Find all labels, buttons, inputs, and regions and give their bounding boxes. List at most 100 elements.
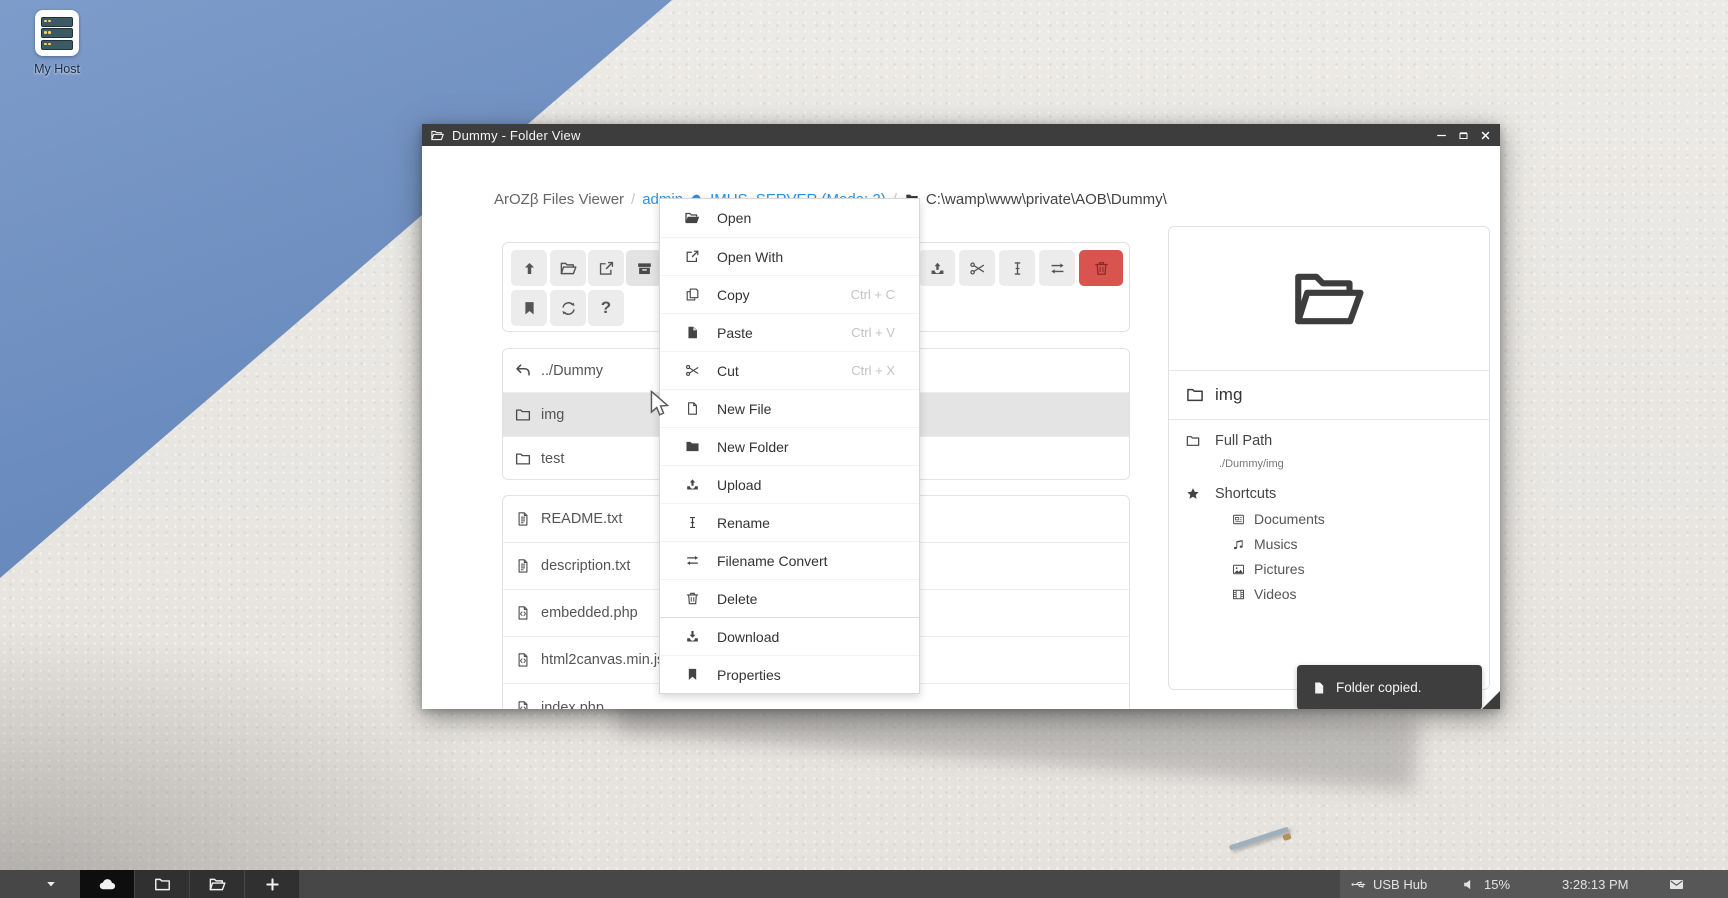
menu-item-delete[interactable]: Delete bbox=[660, 579, 919, 617]
file-code-icon bbox=[514, 651, 532, 669]
menu-item-cut[interactable]: CutCtrl + X bbox=[660, 351, 919, 389]
cloud-icon bbox=[98, 875, 117, 894]
cut-button[interactable] bbox=[959, 250, 995, 286]
desktop: My Host Dummy - Folder View ArOZβ Files … bbox=[0, 0, 1728, 898]
inspector-title-row: img bbox=[1169, 371, 1489, 420]
shortcut-pictures[interactable]: Pictures bbox=[1231, 561, 1473, 577]
window-titlebar[interactable]: Dummy - Folder View bbox=[422, 124, 1500, 146]
archive-button[interactable] bbox=[626, 250, 662, 286]
trash-icon bbox=[684, 590, 701, 607]
paste-icon bbox=[1311, 680, 1327, 696]
file-text-icon bbox=[514, 510, 532, 528]
file-code-icon bbox=[514, 604, 532, 622]
menu-item-open-with[interactable]: Open With bbox=[660, 237, 919, 275]
taskbar-expand-button[interactable] bbox=[38, 870, 64, 898]
folder-open-icon bbox=[559, 259, 578, 278]
open-with-button[interactable] bbox=[588, 250, 624, 286]
star-icon bbox=[1185, 486, 1201, 502]
copy-icon bbox=[684, 286, 701, 303]
taskbar: USB Hub 15% 3:28:13 PM bbox=[0, 870, 1728, 898]
new-file-icon bbox=[684, 400, 701, 417]
help-icon: ? bbox=[601, 298, 611, 318]
rename-button[interactable] bbox=[999, 250, 1035, 286]
shortcut-documents[interactable]: Documents bbox=[1231, 511, 1473, 527]
envelope-icon bbox=[1668, 876, 1685, 893]
menu-item-properties[interactable]: Properties bbox=[660, 655, 919, 693]
speaker-icon bbox=[1461, 876, 1478, 893]
arrow-up-icon bbox=[520, 259, 539, 278]
menu-item-rename[interactable]: Rename bbox=[660, 503, 919, 541]
menu-item-new-folder[interactable]: New Folder bbox=[660, 427, 919, 465]
paste-icon bbox=[684, 324, 701, 341]
tray-volume[interactable]: 15% bbox=[1461, 870, 1510, 898]
inspector-details: Full Path ./Dummy/img Shortcuts Document… bbox=[1169, 420, 1489, 615]
caret-down-icon bbox=[44, 877, 58, 891]
inspector-title: img bbox=[1215, 385, 1242, 405]
snow-stick-tip bbox=[1282, 833, 1291, 841]
filename-convert-button[interactable] bbox=[1039, 250, 1075, 286]
context-menu: Open Open With CopyCtrl + C PasteCtrl + … bbox=[659, 198, 920, 694]
shortcut-videos[interactable]: Videos bbox=[1231, 586, 1473, 602]
maximize-icon[interactable] bbox=[1457, 129, 1470, 142]
tray-clock[interactable]: 3:28:13 PM bbox=[1562, 870, 1629, 898]
folder-open-icon bbox=[1283, 258, 1375, 340]
usb-label: USB Hub bbox=[1373, 877, 1427, 892]
ibeam-icon bbox=[1008, 259, 1027, 278]
scissors-icon bbox=[684, 362, 701, 379]
menu-item-new-file[interactable]: New File bbox=[660, 389, 919, 427]
menu-item-open[interactable]: Open bbox=[660, 199, 919, 237]
news-icon bbox=[1231, 512, 1246, 527]
full-path-value: ./Dummy/img bbox=[1219, 458, 1473, 470]
go-up-button[interactable] bbox=[511, 250, 547, 286]
undo-icon bbox=[514, 362, 532, 380]
folder-view-window: Dummy - Folder View ArOZβ Files Viewer /… bbox=[422, 124, 1500, 709]
delete-button[interactable] bbox=[1079, 250, 1123, 286]
tray-mail[interactable] bbox=[1668, 870, 1685, 898]
refresh-button[interactable] bbox=[550, 290, 586, 326]
bookmark-button[interactable] bbox=[511, 290, 547, 326]
menu-item-copy[interactable]: CopyCtrl + C bbox=[660, 275, 919, 313]
help-button[interactable]: ? bbox=[588, 290, 624, 326]
upload-button[interactable] bbox=[919, 250, 955, 286]
close-icon[interactable] bbox=[1479, 129, 1492, 142]
folder-open-icon bbox=[430, 128, 445, 143]
folder-icon bbox=[514, 406, 532, 424]
shortcut-musics[interactable]: Musics bbox=[1231, 536, 1473, 552]
snow-stick bbox=[1229, 827, 1290, 851]
upload-icon bbox=[928, 259, 947, 278]
taskbar-tile-folder-open[interactable] bbox=[190, 870, 244, 898]
breadcrumb-path: C:\wamp\www\private\AOB\Dummy\ bbox=[926, 191, 1167, 208]
file-code-icon bbox=[514, 699, 532, 710]
clock: 3:28:13 PM bbox=[1562, 877, 1629, 892]
menu-item-paste[interactable]: PasteCtrl + V bbox=[660, 313, 919, 351]
plus-icon bbox=[263, 875, 282, 894]
desktop-icon-my-host[interactable]: My Host bbox=[18, 10, 96, 76]
scissors-icon bbox=[968, 259, 987, 278]
tray-usb[interactable]: USB Hub bbox=[1350, 870, 1427, 898]
resize-handle[interactable] bbox=[1482, 691, 1500, 709]
open-button[interactable] bbox=[550, 250, 586, 286]
menu-item-download[interactable]: Download bbox=[660, 617, 919, 655]
file-text-icon bbox=[514, 557, 532, 575]
server-icon bbox=[35, 10, 79, 56]
toast-message: Folder copied. bbox=[1336, 680, 1422, 695]
archive-icon bbox=[635, 259, 654, 278]
usb-icon bbox=[1350, 876, 1367, 893]
taskbar-tile-cloud[interactable] bbox=[80, 870, 134, 898]
folder-icon bbox=[1185, 433, 1201, 449]
shortcuts-row: Shortcuts bbox=[1185, 486, 1473, 502]
exchange-icon bbox=[1048, 259, 1067, 278]
folder-icon bbox=[153, 875, 172, 894]
taskbar-tile-folder[interactable] bbox=[135, 870, 189, 898]
new-folder-icon bbox=[684, 438, 701, 455]
menu-item-upload[interactable]: Upload bbox=[660, 465, 919, 503]
folder-icon bbox=[514, 450, 532, 468]
external-link-icon bbox=[684, 248, 701, 265]
minimize-icon[interactable] bbox=[1435, 129, 1448, 142]
ibeam-icon bbox=[684, 514, 701, 531]
desktop-icon-label: My Host bbox=[18, 62, 96, 76]
taskbar-tile-add[interactable] bbox=[245, 870, 299, 898]
menu-item-filename-convert[interactable]: Filename Convert bbox=[660, 541, 919, 579]
window-title: Dummy - Folder View bbox=[452, 128, 581, 143]
download-icon bbox=[684, 628, 701, 645]
